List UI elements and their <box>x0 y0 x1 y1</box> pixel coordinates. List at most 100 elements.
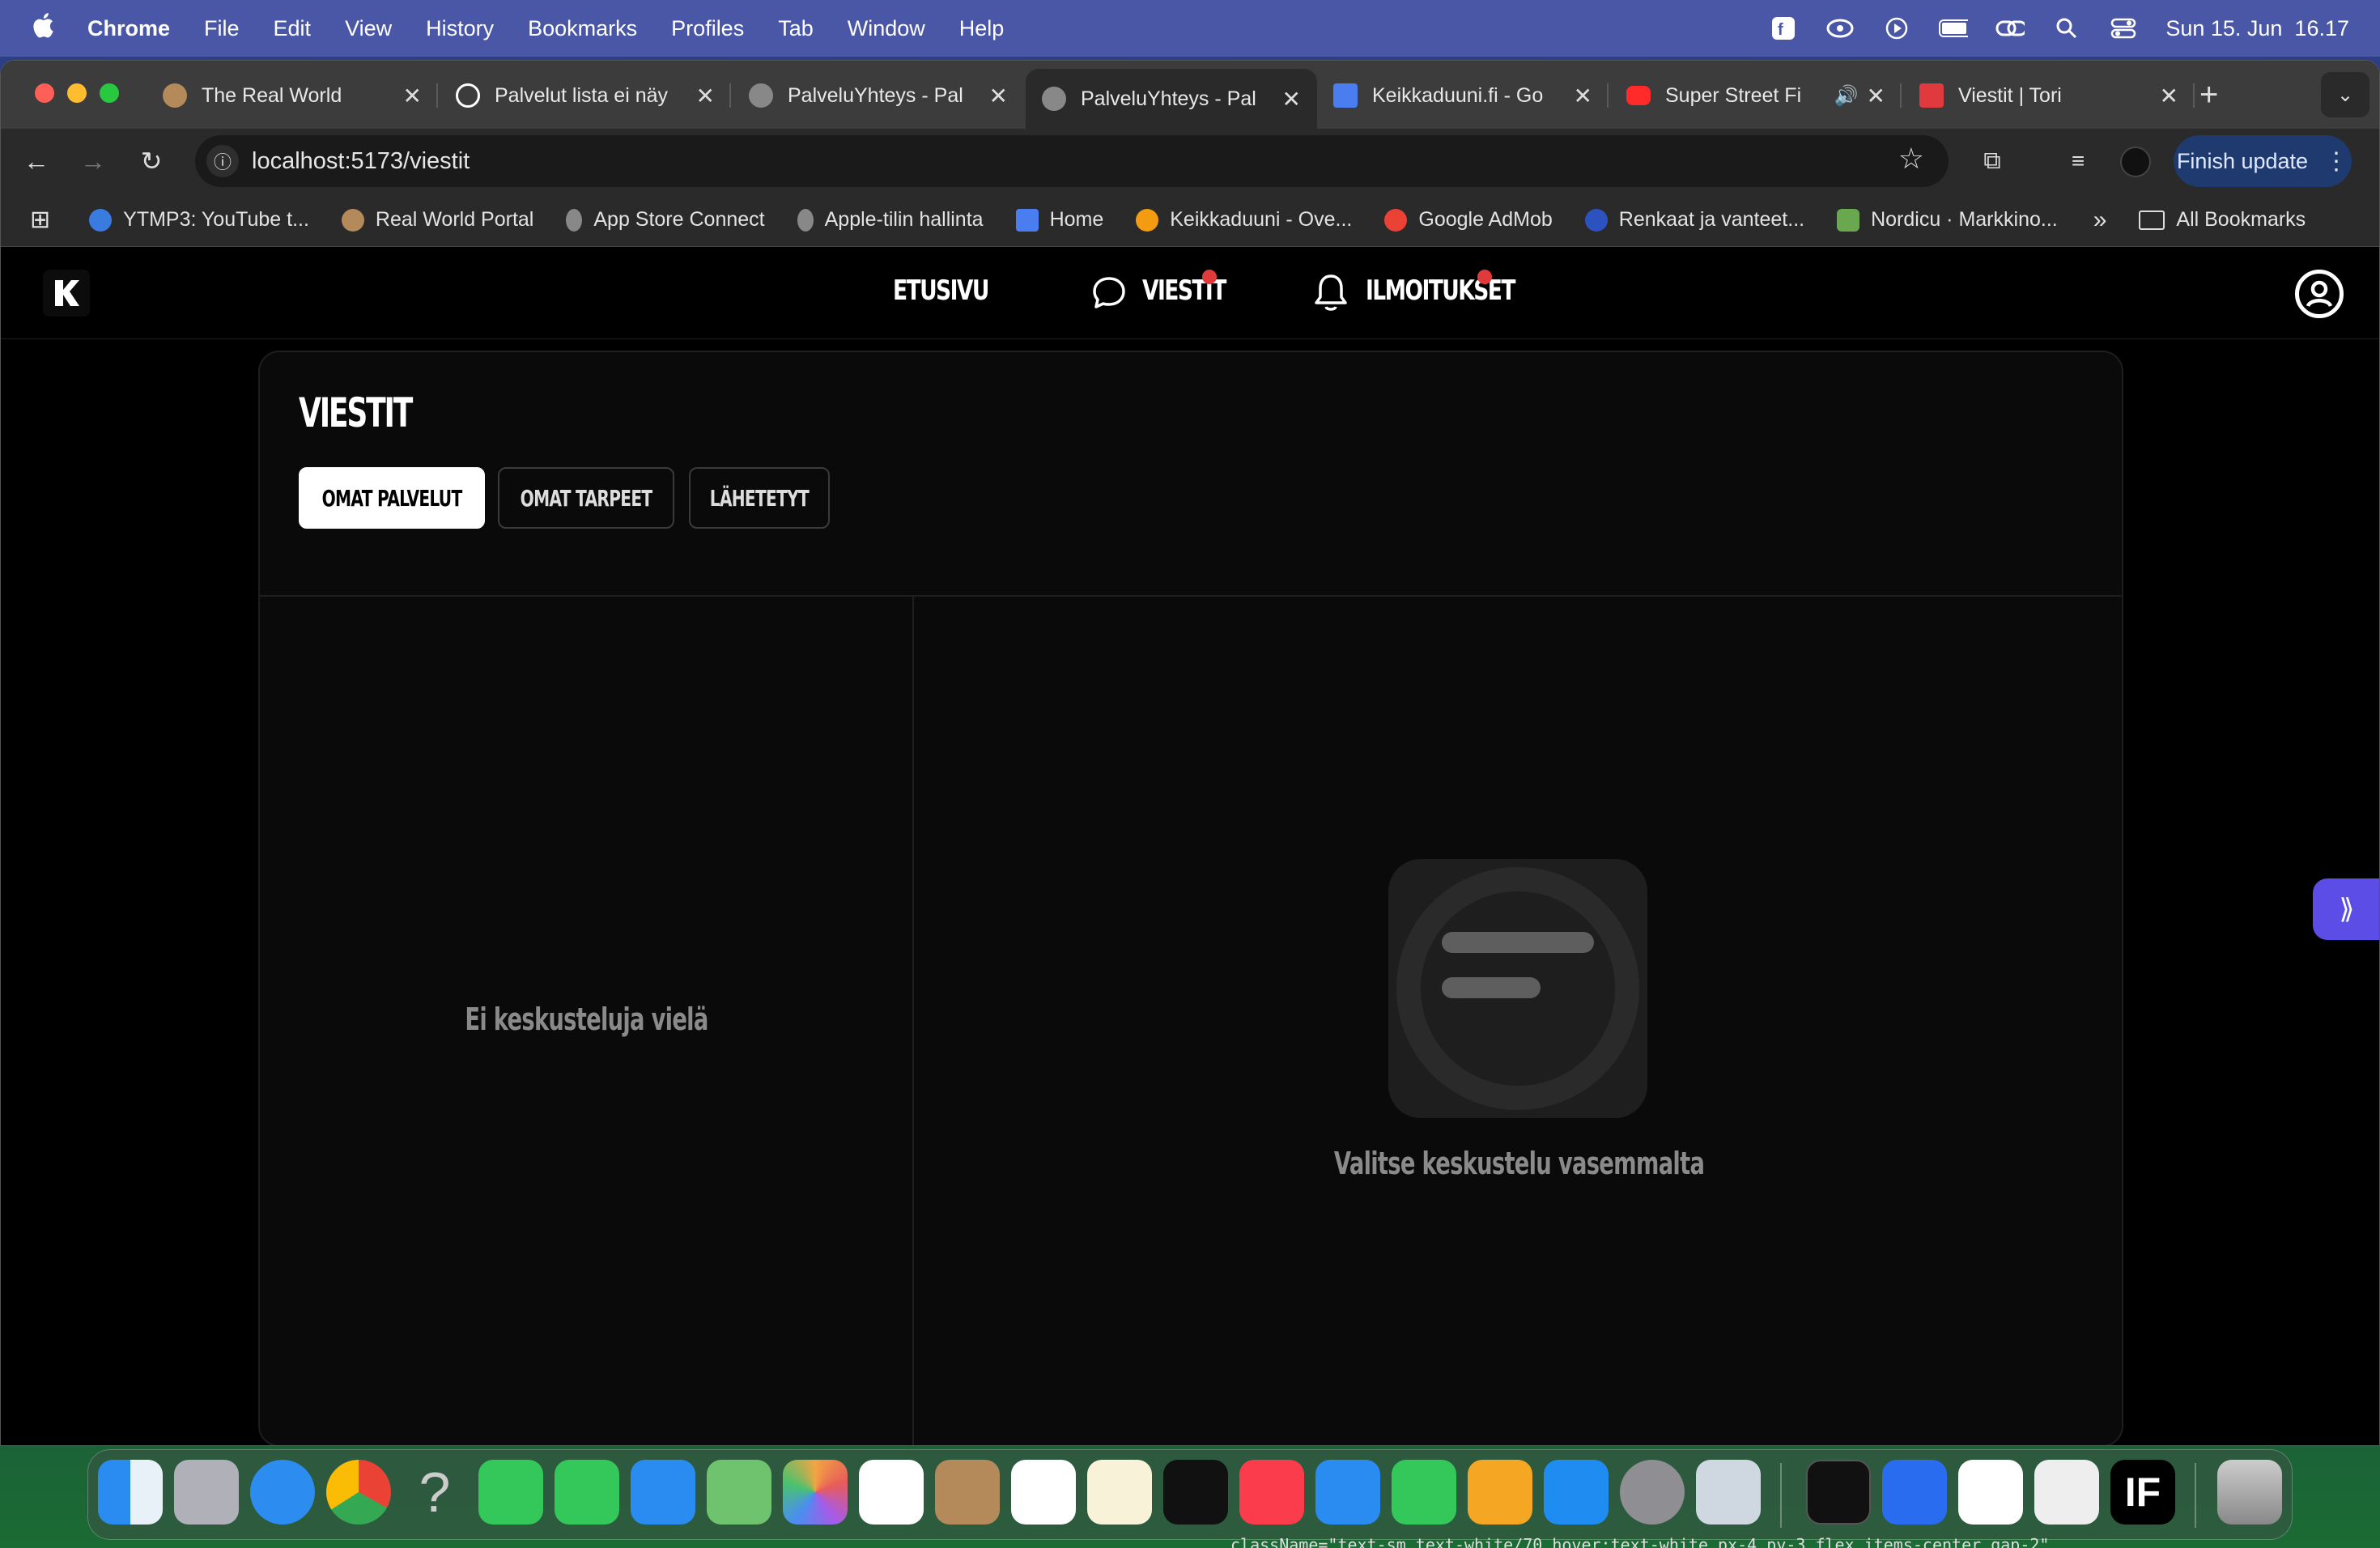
site-info-icon[interactable]: ⓘ <box>206 145 239 177</box>
close-tab-icon[interactable]: ✕ <box>1574 83 1592 109</box>
forward-arrow-icon[interactable]: → <box>75 143 111 179</box>
menu-app-name[interactable]: Chrome <box>87 16 170 41</box>
close-tab-icon[interactable]: ✕ <box>1867 83 1885 109</box>
system-settings-icon[interactable] <box>1620 1460 1685 1525</box>
apple-tv-icon[interactable] <box>1163 1460 1228 1525</box>
bookmark-real-world-portal[interactable]: Real World Portal <box>341 208 533 232</box>
menu-window[interactable]: Window <box>848 16 925 41</box>
spotlight-search-icon[interactable] <box>2052 16 2081 40</box>
tab-omat-palvelut[interactable]: OMAT PALVELUT <box>299 467 485 529</box>
tab-viestit-tori[interactable]: Viestit | Tori ✕ <box>1903 70 2195 121</box>
more-bookmarks-icon[interactable]: » <box>2093 206 2107 234</box>
control-center-icon[interactable] <box>2109 16 2138 40</box>
zoom-window-button[interactable] <box>100 83 119 103</box>
tab-search-button[interactable]: ⌄ <box>2321 72 2369 117</box>
close-tab-icon[interactable]: ✕ <box>696 83 715 109</box>
capcut-icon[interactable] <box>1958 1460 2023 1525</box>
numbers-icon[interactable] <box>1392 1460 1456 1525</box>
address-bar[interactable]: ⓘ localhost:5173/viestit ☆ <box>195 135 1949 187</box>
contacts-icon[interactable] <box>935 1460 1000 1525</box>
close-window-button[interactable] <box>35 83 54 103</box>
figma-status-icon[interactable]: f <box>1769 16 1798 40</box>
messages-app-icon[interactable] <box>555 1460 619 1525</box>
trash-icon[interactable] <box>2217 1460 2282 1525</box>
help-question-icon[interactable]: ? <box>402 1460 467 1525</box>
audio-playing-icon[interactable]: 🔊 <box>1834 84 1859 108</box>
menu-view[interactable]: View <box>345 16 392 41</box>
nav-notifications-link[interactable]: ILMOITUKSET <box>1312 270 1515 318</box>
back-arrow-icon[interactable]: ← <box>19 143 54 179</box>
maps-icon[interactable] <box>707 1460 771 1525</box>
realworld-icon <box>341 208 364 232</box>
photos-icon[interactable] <box>783 1460 848 1525</box>
mail-icon[interactable] <box>631 1460 695 1525</box>
app-store-icon[interactable] <box>1544 1460 1609 1525</box>
close-tab-icon[interactable]: ✕ <box>2160 83 2178 109</box>
apps-grid-icon[interactable]: ⊞ <box>30 206 50 234</box>
reminders-icon[interactable] <box>1011 1460 1076 1525</box>
menu-edit[interactable]: Edit <box>274 16 312 41</box>
nav-messages-link[interactable]: VIESTIT <box>1090 270 1226 318</box>
battery-icon[interactable] <box>1939 16 1969 40</box>
tab-palveluyhteys-active[interactable]: PalveluYhteys - Pal ✕ <box>1026 69 1317 129</box>
link-status-icon[interactable] <box>1995 16 2025 40</box>
creative-cloud-icon[interactable] <box>1825 16 1855 40</box>
tab-omat-tarpeet[interactable]: OMAT TARPEET <box>498 467 674 529</box>
preview-icon[interactable] <box>1696 1460 1761 1525</box>
notes-icon[interactable] <box>1087 1460 1152 1525</box>
menu-profiles[interactable]: Profiles <box>671 16 744 41</box>
bookmark-keikkaduuni[interactable]: Keikkaduuni - Ove... <box>1136 208 1352 232</box>
chrome-icon[interactable] <box>326 1460 391 1525</box>
xcode-icon[interactable] <box>1882 1460 1947 1525</box>
profile-avatar[interactable] <box>2120 147 2151 177</box>
nav-home-link[interactable]: ETUSIVU <box>893 274 989 307</box>
launchpad-icon[interactable] <box>174 1460 239 1525</box>
pages-icon[interactable] <box>1468 1460 1532 1525</box>
textedit-icon[interactable] <box>2034 1460 2099 1525</box>
media-controls-icon[interactable]: ≡ <box>2060 143 2096 179</box>
safari-icon[interactable] <box>250 1460 315 1525</box>
tab-lahetetyt[interactable]: LÄHETETYT <box>689 467 830 529</box>
bookmark-star-icon[interactable]: ☆ <box>1898 142 1924 176</box>
facetime-icon[interactable] <box>478 1460 543 1525</box>
menu-bookmarks[interactable]: Bookmarks <box>528 16 637 41</box>
tab-palvelut-lista[interactable]: Palvelut lista ei näy ✕ <box>440 70 731 121</box>
close-tab-icon[interactable]: ✕ <box>1282 86 1301 113</box>
calendar-icon[interactable] <box>859 1460 924 1525</box>
finish-update-button[interactable]: Finish update ⋮ <box>2174 135 2352 187</box>
bookmark-renkaat[interactable]: Renkaat ja vanteet... <box>1584 208 1804 232</box>
close-tab-icon[interactable]: ✕ <box>989 83 1008 109</box>
minimize-window-button[interactable] <box>67 83 87 103</box>
tab-real-world[interactable]: The Real World ✕ <box>147 70 438 121</box>
menu-file[interactable]: File <box>204 16 240 41</box>
apple-menu-icon[interactable] <box>31 11 63 46</box>
menu-clock[interactable]: Sun 15. Jun 16.17 <box>2165 16 2349 41</box>
music-icon[interactable] <box>1239 1460 1304 1525</box>
tab-keikkaduuni-docs[interactable]: Keikkaduuni.fi - Go ✕ <box>1317 70 1609 121</box>
new-tab-button[interactable]: + <box>2199 77 2218 113</box>
close-tab-icon[interactable]: ✕ <box>403 83 422 109</box>
if-app-icon[interactable]: IF <box>2110 1460 2175 1525</box>
bookmark-app-store-connect[interactable]: App Store Connect <box>566 208 765 232</box>
site-logo[interactable] <box>43 270 90 317</box>
user-profile-icon[interactable] <box>2295 270 2344 318</box>
keynote-icon[interactable] <box>1315 1460 1380 1525</box>
play-status-icon[interactable] <box>1882 16 1911 40</box>
bookmark-nordicu[interactable]: Nordicu · Markkino... <box>1837 208 2058 232</box>
finder-icon[interactable] <box>98 1460 163 1525</box>
reload-icon[interactable]: ↻ <box>134 143 169 179</box>
menu-history[interactable]: History <box>426 16 494 41</box>
bookmark-apple-tilin-hallinta[interactable]: Apple-tilin hallinta <box>797 208 984 232</box>
more-menu-icon[interactable]: ⋮ <box>2324 147 2348 176</box>
tab-palveluyhteys-1[interactable]: PalveluYhteys - Pal ✕ <box>733 70 1024 121</box>
menu-tab[interactable]: Tab <box>778 16 814 41</box>
tab-super-street-fighter[interactable]: Super Street Fi 🔊 ✕ <box>1610 70 1902 121</box>
bookmark-ytmp3[interactable]: YTMP3: YouTube t... <box>89 208 309 232</box>
extensions-icon[interactable]: ⧉ <box>1974 143 2010 179</box>
all-bookmarks-folder[interactable]: All Bookmarks <box>2139 208 2306 232</box>
menu-help[interactable]: Help <box>959 16 1005 41</box>
bookmark-home[interactable]: Home <box>1015 208 1103 232</box>
side-widget-button[interactable]: ⟫ <box>2313 878 2379 940</box>
bookmark-google-admob[interactable]: Google AdMob <box>1384 208 1553 232</box>
terminal-icon[interactable] <box>1806 1460 1871 1525</box>
